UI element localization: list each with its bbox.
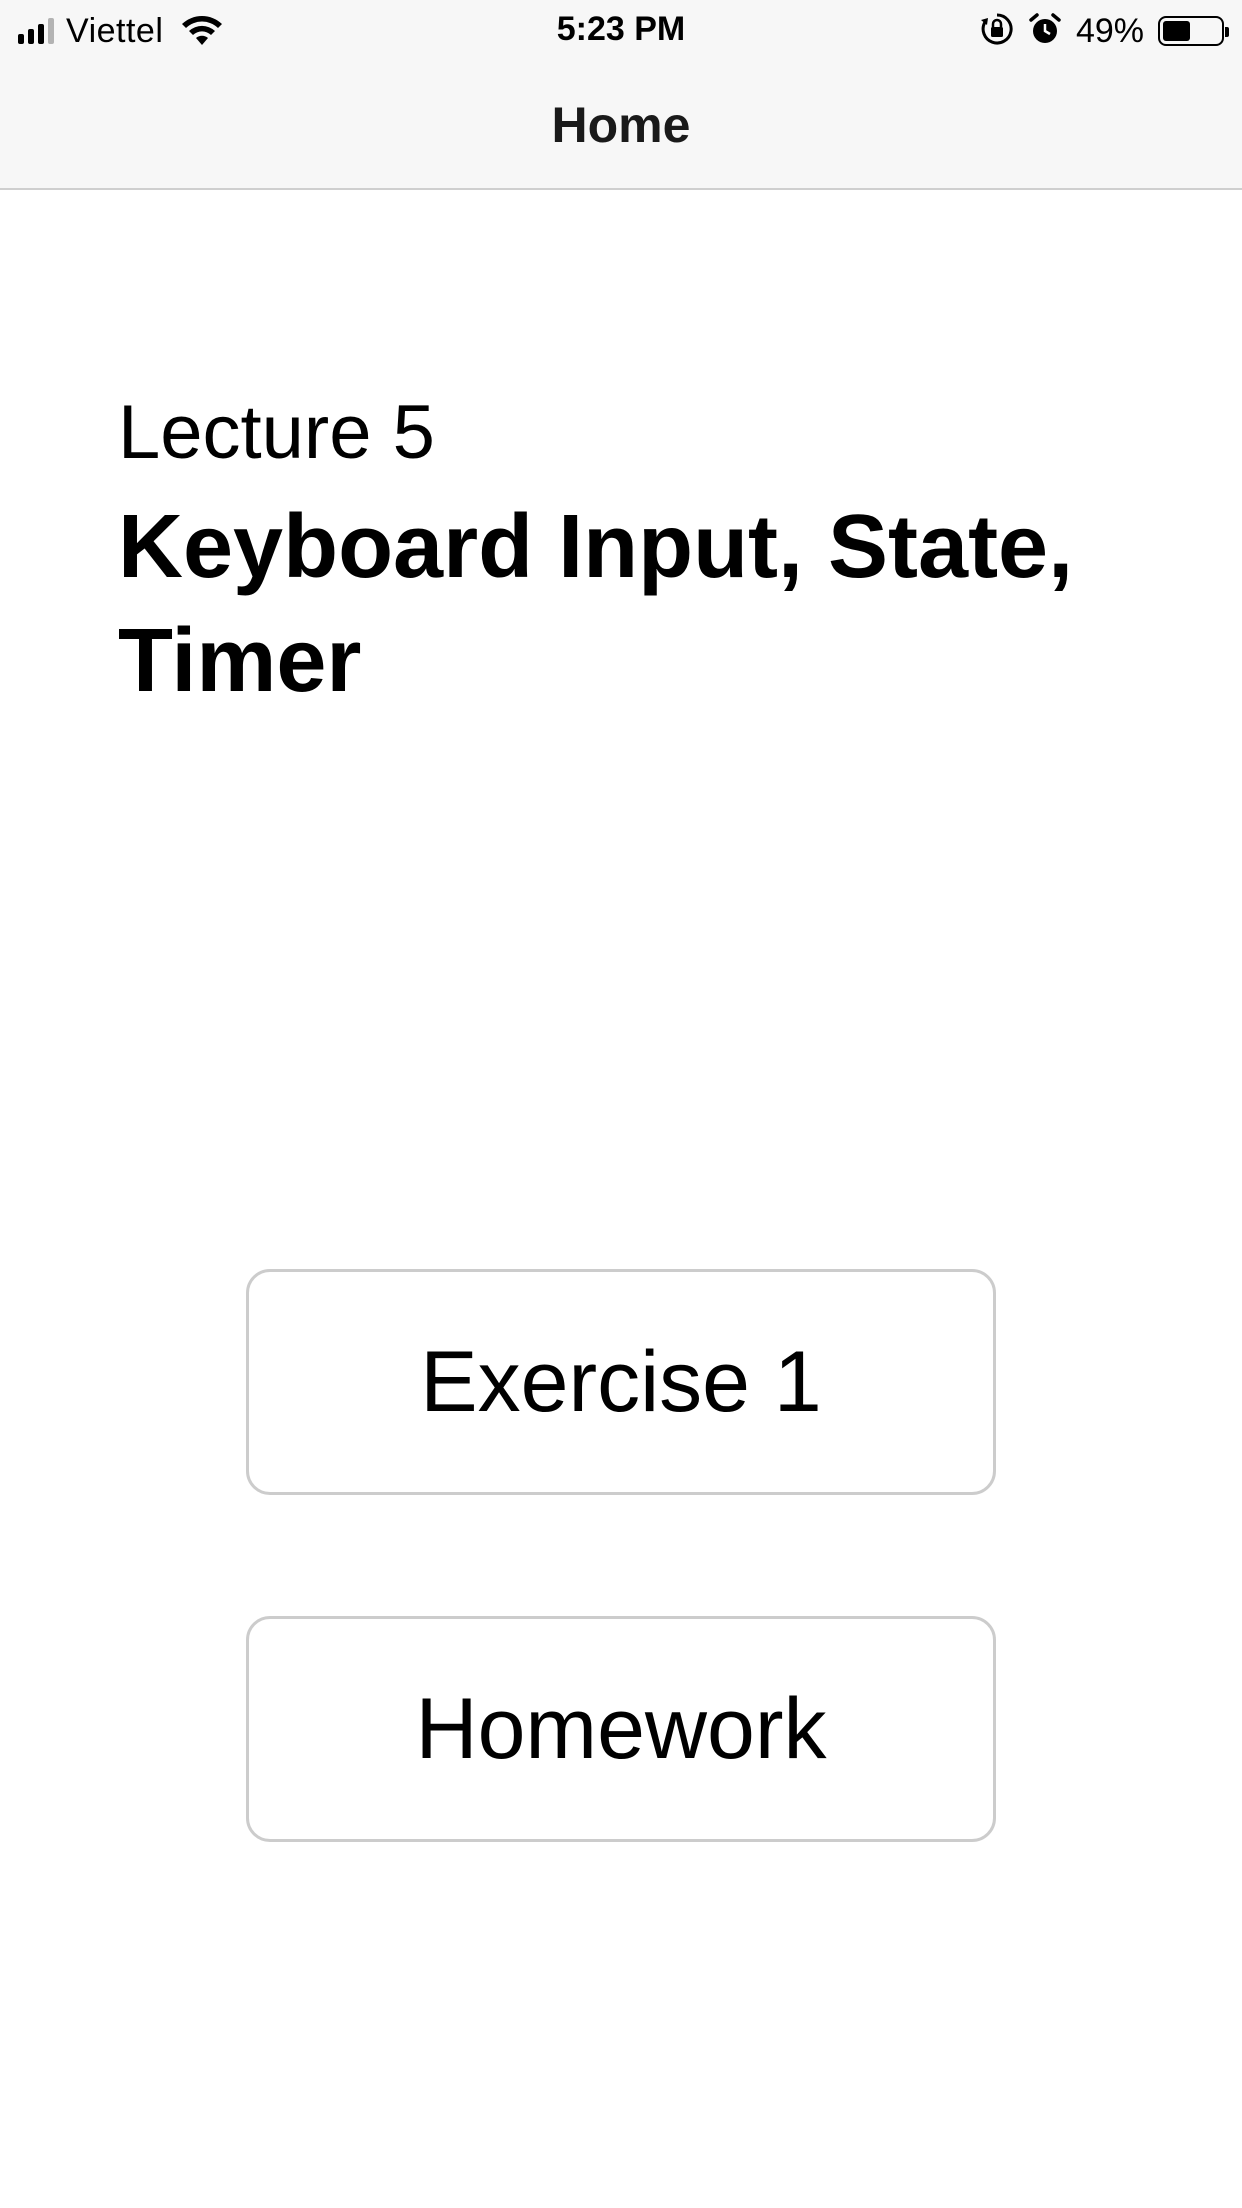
status-bar: Viettel 5:23 PM 49% <box>0 0 1242 60</box>
navigation-bar: Home <box>0 60 1242 190</box>
battery-percent: 49% <box>1075 11 1144 50</box>
page-title: Home <box>551 97 691 153</box>
battery-level-fill <box>1163 21 1190 41</box>
exercise-1-button[interactable]: Exercise 1 <box>246 1269 996 1495</box>
alarm-icon <box>1028 12 1062 51</box>
battery-cap <box>1225 27 1229 37</box>
homework-button[interactable]: Homework <box>246 1616 996 1842</box>
orientation-lock-icon <box>980 12 1014 51</box>
lecture-label: Lecture 5 <box>118 390 435 475</box>
lecture-title: Keyboard Input, State, Timer <box>118 497 1074 711</box>
status-right: 49% <box>980 11 1229 51</box>
battery-icon <box>1158 16 1229 46</box>
